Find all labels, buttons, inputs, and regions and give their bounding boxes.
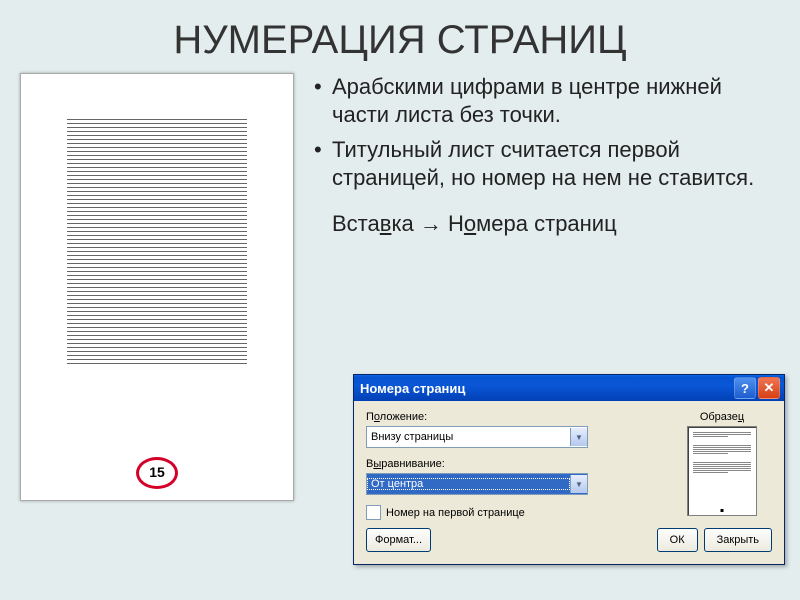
highlight-circle (136, 457, 178, 489)
close-icon[interactable]: ✕ (758, 377, 780, 399)
dialog-titlebar[interactable]: Номера страниц ? ✕ (354, 375, 784, 401)
bullet-list: Арабскими цифрами в центре нижней части … (314, 73, 780, 191)
position-label: Положение: (366, 411, 672, 423)
slide-title: НУМЕРАЦИЯ СТРАНИЦ (0, 0, 800, 63)
chevron-down-icon[interactable]: ▼ (570, 428, 587, 446)
menu-path: Вставка → Номера страниц (314, 211, 780, 237)
preview-thumbnail (687, 426, 757, 516)
ok-button[interactable]: ОК (657, 528, 698, 552)
bullet-item: Арабскими цифрами в центре нижней части … (332, 73, 780, 128)
format-button[interactable]: Формат... (366, 528, 431, 552)
dialog-title: Номера страниц (360, 381, 732, 396)
cancel-button[interactable]: Закрыть (704, 528, 772, 552)
sample-label: Образец (672, 411, 772, 423)
page-sample-illustration: 15 (20, 73, 294, 501)
position-select[interactable]: Внизу страницы ▼ (366, 426, 588, 448)
help-icon[interactable]: ? (734, 377, 756, 399)
page-numbers-dialog: Номера страниц ? ✕ Положение: Внизу стра… (353, 374, 785, 565)
first-page-checkbox[interactable] (366, 505, 381, 520)
bullet-item: Титульный лист считается первой странице… (332, 136, 780, 191)
chevron-down-icon[interactable]: ▼ (570, 475, 587, 493)
alignment-label: Выравнивание: (366, 458, 672, 470)
alignment-select[interactable]: От центра ▼ (366, 473, 588, 495)
checkbox-label: Номер на первой странице (386, 507, 525, 519)
